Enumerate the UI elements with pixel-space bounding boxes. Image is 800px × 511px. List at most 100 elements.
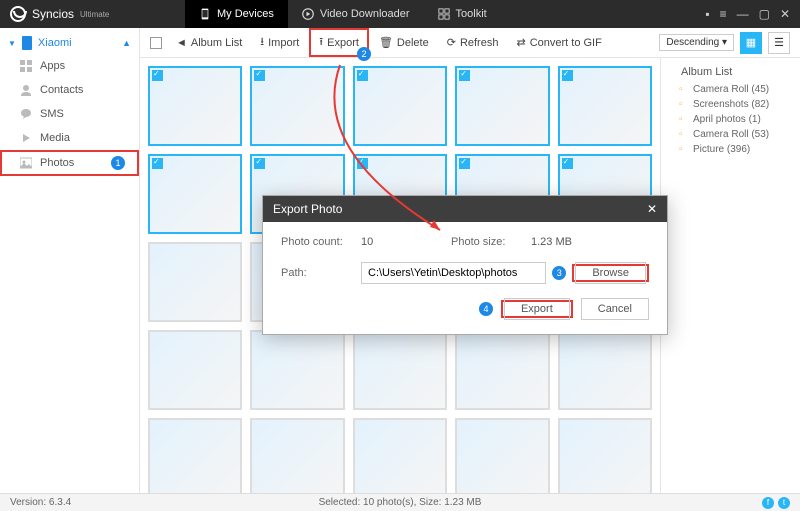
version-label: Version: 6.3.4	[10, 497, 71, 508]
sidebar-item-photos[interactable]: Photos 1	[0, 150, 139, 176]
export-label: Export	[327, 37, 359, 49]
convert-icon: ⇄	[516, 36, 525, 49]
device-row[interactable]: ▼ Xiaomi ▲	[0, 32, 139, 54]
album-item[interactable]: Camera Roll (53)	[667, 127, 794, 142]
tab-my-devices[interactable]: My Devices	[185, 0, 288, 28]
check-icon	[254, 70, 265, 81]
refresh-button[interactable]: ⟳ Refresh	[439, 33, 507, 52]
photo-thumb[interactable]	[148, 154, 242, 234]
tab-my-devices-label: My Devices	[217, 8, 274, 20]
album-item[interactable]: Screenshots (82)	[667, 97, 794, 112]
sidebar-photos-label: Photos	[40, 157, 74, 169]
window-controls: ▪ ≡ — ▢ ✕	[705, 7, 800, 21]
check-icon	[562, 158, 573, 169]
photo-thumb[interactable]	[353, 418, 447, 493]
maximize-icon[interactable]: ▢	[759, 7, 770, 21]
tab-toolkit[interactable]: Toolkit	[424, 0, 501, 28]
view-grid-button[interactable]: ▦	[740, 32, 762, 54]
tab-video-downloader-label: Video Downloader	[320, 8, 410, 20]
photo-count-label: Photo count:	[281, 236, 361, 248]
check-icon	[152, 70, 163, 81]
path-label: Path:	[281, 267, 361, 279]
phone-icon	[199, 8, 211, 20]
refresh-label: Refresh	[460, 37, 499, 49]
photo-thumb[interactable]	[558, 66, 652, 146]
view-detail-button[interactable]: ☰	[768, 32, 790, 54]
app-edition: Ultimate	[80, 10, 109, 19]
photo-thumb[interactable]	[455, 418, 549, 493]
photo-thumb[interactable]	[148, 418, 242, 493]
album-item[interactable]: Camera Roll (45)	[667, 82, 794, 97]
photo-thumb[interactable]	[558, 418, 652, 493]
trash-icon: 🗑	[379, 36, 393, 49]
refresh-icon: ⟳	[447, 36, 456, 49]
menu-icon[interactable]: ≡	[720, 7, 727, 21]
convert-label: Convert to GIF	[530, 37, 602, 49]
photo-thumb[interactable]	[455, 66, 549, 146]
export-confirm-button[interactable]: Export	[504, 298, 570, 320]
toolbar-right: Descending ▾ ▦ ☰	[659, 32, 790, 54]
tab-video-downloader[interactable]: Video Downloader	[288, 0, 424, 28]
facebook-icon[interactable]: f	[762, 497, 774, 509]
browse-button[interactable]: Browse	[575, 262, 646, 284]
grid-icon	[438, 8, 450, 20]
check-icon	[357, 158, 368, 169]
delete-button[interactable]: 🗑 Delete	[371, 33, 437, 52]
photo-thumb[interactable]	[455, 330, 549, 410]
photo-thumb[interactable]	[250, 418, 344, 493]
collapse-icon[interactable]: ▲	[122, 38, 131, 48]
album-list-button[interactable]: ◄ Album List	[168, 34, 250, 52]
tab-toolkit-label: Toolkit	[456, 8, 487, 20]
album-panel: Album List Camera Roll (45) Screenshots …	[660, 58, 800, 493]
device-name: Xiaomi	[38, 37, 72, 49]
sidebar: ▼ Xiaomi ▲ Apps Contacts SMS Media Photo…	[0, 28, 140, 493]
dialog-close-icon[interactable]: ✕	[647, 202, 657, 216]
photo-thumb[interactable]	[148, 330, 242, 410]
import-icon: ⭳	[260, 33, 264, 52]
syncios-logo-icon	[10, 6, 26, 22]
photo-size-value: 1.23 MB	[531, 236, 621, 248]
photo-size-label: Photo size:	[451, 236, 531, 248]
import-button[interactable]: ⭳ Import	[252, 30, 307, 55]
minimize-icon[interactable]: —	[737, 7, 749, 21]
dialog-title: Export Photo	[273, 202, 342, 216]
dialog-header: Export Photo ✕	[263, 196, 667, 222]
check-icon	[254, 158, 265, 169]
phone-icon	[22, 36, 32, 50]
album-item[interactable]: Picture (396)	[667, 142, 794, 157]
photo-thumb[interactable]	[558, 330, 652, 410]
photo-thumb[interactable]	[250, 330, 344, 410]
photo-thumb[interactable]	[148, 242, 242, 322]
app-name: Syncios	[32, 7, 74, 21]
status-bar: Version: 6.3.4 Selected: 10 photo(s), Si…	[0, 493, 800, 511]
album-item[interactable]: April photos (1)	[667, 112, 794, 127]
nav-tabs: My Devices Video Downloader Toolkit	[185, 0, 501, 28]
import-label: Import	[268, 37, 299, 49]
photo-thumb[interactable]	[148, 66, 242, 146]
sidebar-item-apps[interactable]: Apps	[0, 54, 139, 78]
sort-dropdown[interactable]: Descending ▾	[659, 34, 734, 51]
social-links: f t	[762, 497, 790, 509]
path-input[interactable]	[361, 262, 546, 284]
select-all-checkbox[interactable]	[150, 37, 162, 49]
sidebar-item-contacts[interactable]: Contacts	[0, 78, 139, 102]
close-window-icon[interactable]: ✕	[780, 7, 790, 21]
step-badge-4: 4	[479, 302, 493, 316]
photo-thumb[interactable]	[353, 66, 447, 146]
photo-count-value: 10	[361, 236, 451, 248]
convert-gif-button[interactable]: ⇄ Convert to GIF	[508, 33, 609, 52]
photo-thumb[interactable]	[250, 66, 344, 146]
check-icon	[562, 70, 573, 81]
cancel-button[interactable]: Cancel	[581, 298, 649, 320]
twitter-icon[interactable]: t	[778, 497, 790, 509]
play-icon	[302, 8, 314, 20]
sidebar-sms-label: SMS	[40, 108, 64, 120]
apps-icon	[20, 60, 32, 72]
export-button[interactable]: ⭱ Export 2	[309, 28, 369, 57]
feedback-icon[interactable]: ▪	[705, 7, 709, 21]
sidebar-item-media[interactable]: Media	[0, 126, 139, 150]
sidebar-item-sms[interactable]: SMS	[0, 102, 139, 126]
step-badge-1: 1	[111, 156, 125, 170]
photo-thumb[interactable]	[353, 330, 447, 410]
app-header: Syncios Ultimate My Devices Video Downlo…	[0, 0, 800, 28]
